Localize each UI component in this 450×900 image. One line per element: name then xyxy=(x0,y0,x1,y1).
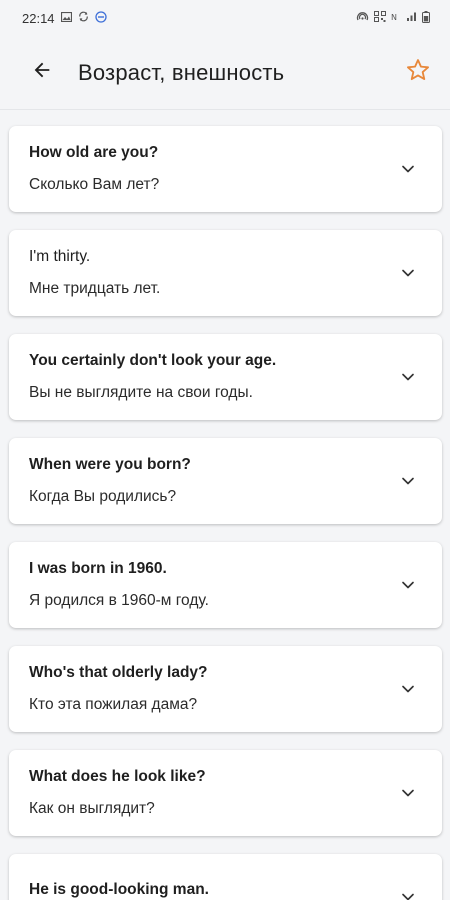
status-left: 22:14 xyxy=(22,11,107,26)
nfc-icon: N xyxy=(391,11,401,25)
status-right: N xyxy=(356,10,430,26)
qr-icon xyxy=(374,11,386,25)
phrase-text: Who's that olderly lady? Кто эта пожилая… xyxy=(29,664,396,714)
page-title: Возраст, внешность xyxy=(78,59,285,85)
sync-icon xyxy=(78,11,89,25)
phrase-card[interactable]: Who's that olderly lady? Кто эта пожилая… xyxy=(9,646,442,732)
phrase-text: You certainly don't look your age. Вы не… xyxy=(29,352,396,402)
phrase-card[interactable]: I was born in 1960. Я родился в 1960-м г… xyxy=(9,542,442,628)
phrase-english: He is good-looking man. xyxy=(29,881,209,898)
chevron-down-icon[interactable] xyxy=(396,781,420,805)
chevron-down-icon[interactable] xyxy=(396,469,420,493)
chevron-down-icon[interactable] xyxy=(396,157,420,181)
svg-text:N: N xyxy=(391,13,397,22)
phrase-russian: Вы не выглядите на свои годы. xyxy=(29,384,253,401)
phrase-english: What does he look like? xyxy=(29,768,206,785)
phrase-english: When were you born? xyxy=(29,456,191,473)
battery-icon xyxy=(422,10,430,26)
phrase-english: I was born in 1960. xyxy=(29,560,167,577)
phrase-text: I'm thirty. Мне тридцать лет. xyxy=(29,248,396,298)
arrow-back-icon xyxy=(31,59,53,86)
app-bar: Возраст, внешность xyxy=(0,36,450,110)
chevron-down-icon[interactable] xyxy=(396,261,420,285)
phrase-card[interactable]: How old are you? Сколько Вам лет? xyxy=(9,126,442,212)
favorite-button[interactable] xyxy=(400,55,436,91)
phrase-english: Who's that olderly lady? xyxy=(29,664,208,681)
phrase-card[interactable]: I'm thirty. Мне тридцать лет. xyxy=(9,230,442,316)
image-icon xyxy=(60,11,72,25)
hotspot-icon xyxy=(356,11,369,25)
phrase-card[interactable]: When were you born? Когда Вы родились? xyxy=(9,438,442,524)
phrase-text: He is good-looking man. xyxy=(29,881,396,900)
phrase-text: What does he look like? Как он выглядит? xyxy=(29,768,396,818)
phrase-russian: Кто эта пожилая дама? xyxy=(29,696,198,713)
signal-icon xyxy=(406,11,417,25)
no-disturb-icon xyxy=(94,10,107,26)
star-outline-icon xyxy=(405,57,431,88)
back-button[interactable] xyxy=(26,57,58,89)
phrase-russian: Мне тридцать лет. xyxy=(29,280,161,297)
phrase-russian: Сколько Вам лет? xyxy=(29,176,160,193)
phrase-card[interactable]: You certainly don't look your age. Вы не… xyxy=(9,334,442,420)
chevron-down-icon[interactable] xyxy=(396,677,420,701)
phrase-text: When were you born? Когда Вы родились? xyxy=(29,456,396,506)
phrase-list: How old are you? Сколько Вам лет? I'm th… xyxy=(0,110,450,900)
chevron-down-icon[interactable] xyxy=(396,365,420,389)
chevron-down-icon[interactable] xyxy=(396,885,420,900)
phrase-russian: Я родился в 1960-м году. xyxy=(29,592,209,609)
phrase-text: How old are you? Сколько Вам лет? xyxy=(29,144,396,194)
status-bar: 22:14 N xyxy=(0,0,450,36)
phrase-english: How old are you? xyxy=(29,144,159,161)
phrase-english: You certainly don't look your age. xyxy=(29,352,277,369)
status-time: 22:14 xyxy=(22,10,55,26)
phrase-english: I'm thirty. xyxy=(29,248,91,265)
phrase-text: I was born in 1960. Я родился в 1960-м г… xyxy=(29,560,396,610)
chevron-down-icon[interactable] xyxy=(396,573,420,597)
phrase-card[interactable]: What does he look like? Как он выглядит? xyxy=(9,750,442,836)
phrase-card[interactable]: He is good-looking man. xyxy=(9,854,442,900)
phrase-russian: Когда Вы родились? xyxy=(29,488,177,505)
phrase-russian: Как он выглядит? xyxy=(29,800,155,817)
